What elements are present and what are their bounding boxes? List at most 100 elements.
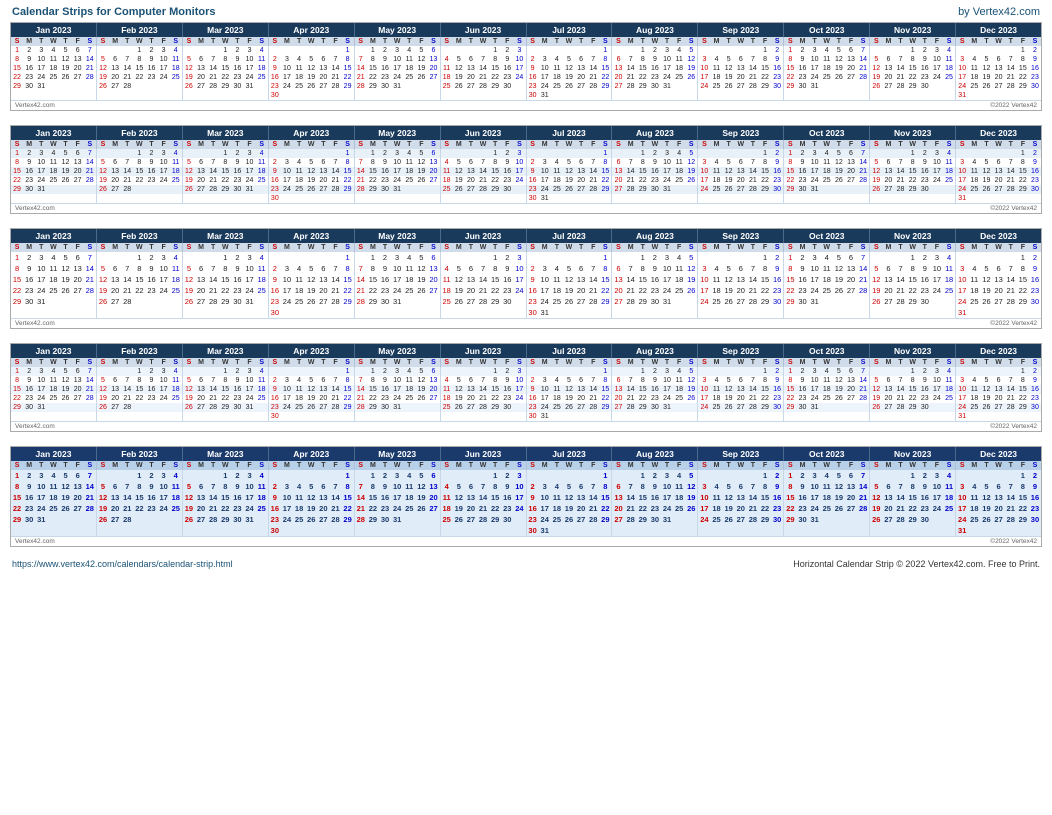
day-cell: 25 [711, 514, 723, 525]
watermark: Vertex42.com [11, 319, 59, 328]
day-cell [415, 91, 427, 100]
day-cell: 1 [367, 470, 379, 481]
day-cell: 10 [158, 55, 170, 64]
day-cell [845, 194, 857, 203]
day-cell: 14 [625, 385, 637, 394]
day-cell [391, 91, 403, 100]
day-cell: 20 [195, 503, 207, 514]
day-cell: 15 [637, 492, 649, 503]
month-header: Apr 2023 [269, 344, 355, 358]
dow-cell: T [809, 37, 821, 46]
dow-cell: S [170, 243, 182, 252]
day-cell: 3 [956, 158, 968, 167]
day-cell: 29 [907, 82, 919, 91]
day-cell [771, 412, 783, 421]
day-cell: 22 [342, 176, 354, 185]
day-cell: 24 [243, 394, 255, 403]
day-cell: 21 [625, 285, 637, 296]
day-cell: 6 [845, 46, 857, 55]
day-cell: 28 [355, 514, 367, 525]
dow-cell: T [723, 461, 735, 470]
day-cell: 9 [269, 492, 281, 503]
day-cell [784, 91, 796, 100]
day-cell: 26 [415, 176, 427, 185]
day-cell: 8 [759, 481, 771, 492]
day-cell: 13 [845, 158, 857, 167]
day-cell: 1 [637, 252, 649, 263]
day-cell: 6 [612, 263, 624, 274]
day-cell [158, 514, 170, 525]
month-header: Mar 2023 [183, 344, 269, 358]
dow-cell: M [711, 461, 723, 470]
day-cell: 10 [243, 55, 255, 64]
day-cell: 3 [243, 46, 255, 55]
month-days: 1234567891011121314151617181920212223242… [784, 46, 870, 100]
day-cell: 27 [612, 514, 624, 525]
day-cell: 3 [243, 252, 255, 263]
dow-cell: W [47, 461, 59, 470]
day-cell: 13 [612, 167, 624, 176]
day-cell: 25 [943, 176, 955, 185]
dow-cell: T [575, 140, 587, 149]
day-cell: 22 [907, 394, 919, 403]
month-days: 1234567891011121314151617181920212223242… [956, 470, 1041, 536]
day-cell [207, 252, 219, 263]
day-cell: 17 [661, 492, 673, 503]
day-cell [256, 82, 268, 91]
day-cell [379, 194, 391, 203]
day-cell [427, 412, 439, 421]
day-cell: 17 [809, 492, 821, 503]
day-cell: 26 [183, 185, 195, 194]
day-cell: 25 [673, 176, 685, 185]
day-cell: 5 [870, 263, 882, 274]
day-cell [47, 307, 59, 318]
day-cell: 18 [403, 64, 415, 73]
day-cell [109, 525, 121, 534]
dow-cell: S [342, 140, 354, 149]
day-cell: 29 [1017, 514, 1029, 525]
dow-cell: T [207, 243, 219, 252]
day-cell: 29 [637, 185, 649, 194]
day-cell [256, 403, 268, 412]
day-cell [269, 149, 281, 158]
day-cell [84, 82, 96, 91]
dow-cell: M [796, 461, 808, 470]
day-cell: 5 [415, 470, 427, 481]
day-cell: 13 [317, 167, 329, 176]
dow-cell: F [243, 358, 255, 367]
day-cell: 11 [821, 55, 833, 64]
dow-cell: F [72, 358, 84, 367]
day-cell: 19 [97, 176, 109, 185]
day-cell: 17 [661, 274, 673, 285]
day-cell [711, 525, 723, 534]
day-cell: 11 [673, 55, 685, 64]
day-cell [833, 514, 845, 525]
day-cell [415, 296, 427, 307]
day-cell [735, 470, 747, 481]
day-cell [882, 412, 894, 421]
day-cell [465, 252, 477, 263]
day-cell: 18 [47, 492, 59, 503]
month-days: 1234567891011121314151617181920212223242… [527, 46, 613, 100]
dow-cell: W [133, 140, 145, 149]
day-cell: 11 [673, 158, 685, 167]
day-cell: 8 [1017, 263, 1029, 274]
day-cell: 1 [342, 367, 354, 376]
dow-cell: S [527, 140, 539, 149]
day-cell: 22 [133, 176, 145, 185]
day-cell: 27 [575, 82, 587, 91]
day-cell [870, 307, 882, 318]
month-days: 1234567891011121314151617181920212223242… [97, 149, 183, 203]
day-cell: 17 [281, 176, 293, 185]
day-cell: 12 [723, 492, 735, 503]
day-cell [993, 194, 1005, 203]
day-cell: 8 [1017, 55, 1029, 64]
day-cell: 7 [625, 55, 637, 64]
day-cell: 19 [980, 285, 992, 296]
day-cell: 20 [427, 385, 439, 394]
day-cell: 18 [441, 394, 453, 403]
day-cell: 2 [379, 470, 391, 481]
day-cell [367, 194, 379, 203]
day-cell: 12 [183, 385, 195, 394]
day-cell: 2 [527, 481, 539, 492]
